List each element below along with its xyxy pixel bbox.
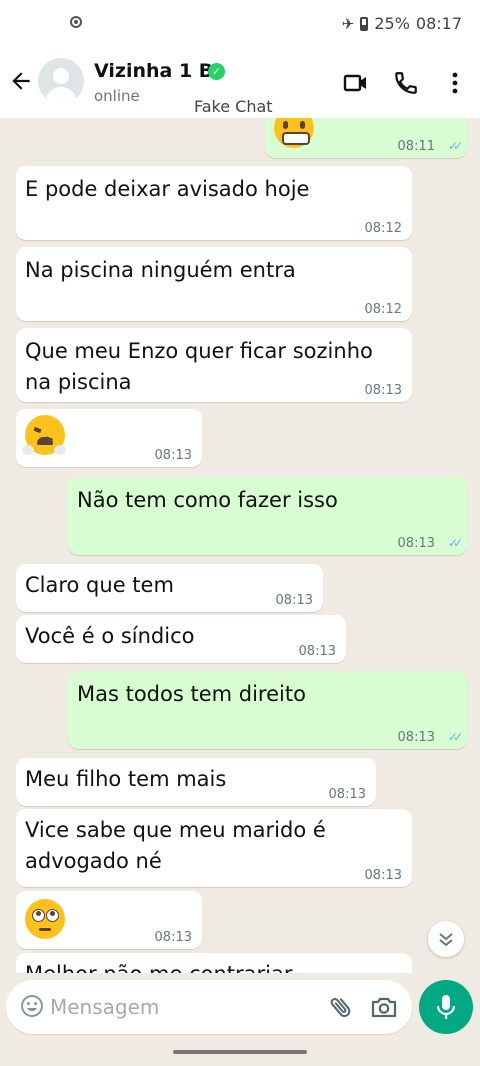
message-text: Vice sabe que meu marido é advogado né [25, 818, 326, 873]
watermark: Fake Chat [194, 97, 273, 116]
read-ticks-icon: ✓✓ [447, 139, 463, 153]
contact-status: online [94, 87, 140, 105]
message-text: Melhor não me contrariar [25, 959, 293, 973]
battery-level: 25% [374, 14, 410, 33]
message-bubble-incoming[interactable]: Meu filho tem mais 08:13 [16, 758, 376, 806]
video-call-icon[interactable] [343, 70, 369, 96]
contact-name[interactable]: Vizinha 1 B [94, 60, 213, 82]
avatar[interactable] [38, 58, 84, 104]
message-bubble-incoming[interactable]: Você é o síndico 08:13 [16, 615, 346, 663]
face-with-rolling-eyes-emoji [25, 899, 65, 939]
clock: 08:17 [415, 14, 462, 33]
microphone-icon [436, 995, 456, 1019]
message-time: 08:12 [364, 302, 402, 317]
double-chevron-down-icon [439, 933, 453, 947]
message-bubble-incoming[interactable]: Claro que tem 08:13 [16, 564, 323, 612]
message-time: 08:13 [328, 787, 366, 802]
read-ticks-icon: ✓✓ [447, 730, 463, 744]
message-bubble-incoming[interactable]: 08:13 [16, 891, 202, 949]
camera-icon[interactable] [370, 994, 398, 1020]
attach-icon[interactable] [328, 994, 354, 1020]
more-options-icon[interactable] [442, 70, 468, 96]
message-time: 08:13 [154, 930, 192, 945]
voice-message-button[interactable] [419, 980, 473, 1034]
message-time: 08:13 [275, 593, 313, 608]
message-time: 08:13 [298, 644, 336, 659]
message-text: Meu filho tem mais [25, 767, 227, 791]
message-bubble-incoming[interactable]: Na piscina ninguém entra 08:12 [16, 247, 412, 321]
message-input[interactable] [50, 980, 310, 1034]
back-arrow-icon[interactable] [8, 68, 34, 94]
read-ticks-icon: ✓✓ [447, 536, 463, 550]
message-time: 08:13 [397, 536, 435, 551]
message-time: 08:13 [397, 730, 435, 745]
notification-icon [70, 16, 82, 28]
message-bubble-incoming[interactable]: Melhor não me contrariar [16, 953, 412, 973]
message-time: 08:13 [364, 868, 402, 883]
chat-area[interactable]: 08:11 ✓✓ E pode deixar avisado hoje 08:1… [0, 118, 480, 973]
message-text: Não tem como fazer isso [77, 488, 338, 512]
message-time: 08:11 [397, 139, 435, 154]
message-text: Claro que tem [25, 573, 174, 597]
message-bubble-incoming[interactable]: 08:13 [16, 409, 202, 467]
message-bubble-incoming[interactable]: E pode deixar avisado hoje 08:12 [16, 166, 412, 240]
status-bar: ✈ 25% 08:17 [0, 0, 480, 50]
message-text: Na piscina ninguém entra [25, 258, 296, 282]
battery-icon [360, 16, 369, 31]
voice-call-icon[interactable] [393, 70, 419, 96]
message-text: Mas todos tem direito [77, 682, 306, 706]
message-text: E pode deixar avisado hoje [25, 177, 310, 201]
home-indicator[interactable] [173, 1050, 307, 1054]
scroll-to-bottom-button[interactable] [428, 921, 464, 957]
message-bubble-outgoing[interactable]: Mas todos tem direito 08:13 ✓✓ [68, 671, 467, 749]
message-time: 08:13 [154, 448, 192, 463]
grimacing-face-emoji [274, 118, 314, 148]
message-time: 08:13 [364, 383, 402, 398]
emoji-icon[interactable] [20, 994, 44, 1018]
message-bubble-incoming[interactable]: Vice sabe que meu marido é advogado né 0… [16, 809, 412, 887]
message-time: 08:12 [364, 221, 402, 236]
message-text: Você é o síndico [25, 624, 195, 648]
chat-header: Vizinha 1 B ✓ online Fake Chat [0, 50, 480, 118]
message-text: Que meu Enzo quer ficar sozinho na pisci… [25, 339, 373, 394]
message-bubble-outgoing[interactable]: 08:11 ✓✓ [265, 118, 467, 158]
message-composer [6, 980, 412, 1034]
face-with-steam-from-nose-emoji [22, 415, 66, 455]
message-bubble-outgoing[interactable]: Não tem como fazer isso 08:13 ✓✓ [68, 477, 467, 555]
message-bubble-incoming[interactable]: Que meu Enzo quer ficar sozinho na pisci… [16, 328, 412, 402]
airplane-mode-icon: ✈ [341, 14, 355, 33]
verified-badge-icon: ✓ [208, 63, 225, 80]
status-indicators: ✈ 25% 08:17 [342, 14, 462, 33]
